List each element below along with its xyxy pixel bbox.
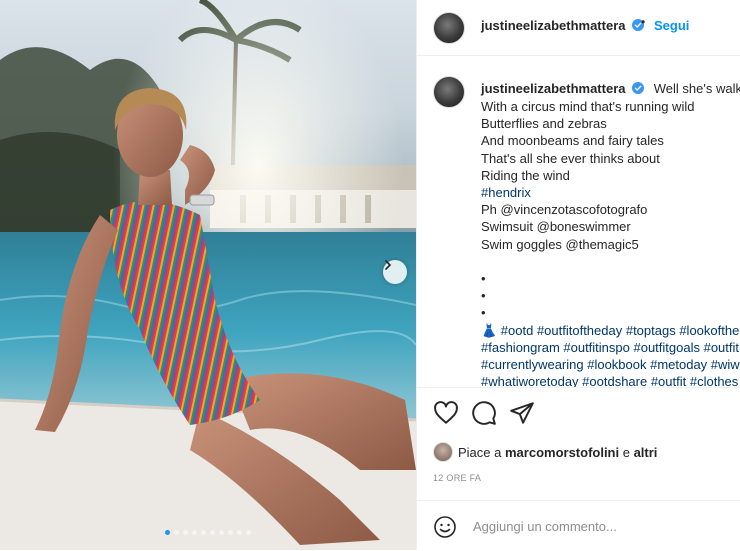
carousel-dot [210, 530, 215, 535]
likes-others-link[interactable]: altri [634, 445, 658, 460]
caption-line[interactable]: #whatiworetoday #ootdshare #outfit #clot… [481, 374, 738, 387]
caption-line: Butterflies and zebras [481, 116, 607, 132]
caption-line: And moonbeams and fairy tales [481, 133, 664, 149]
carousel-dot [192, 530, 197, 535]
carousel-dot [228, 530, 233, 535]
caption-line: Ph @vincenzotascofotografo [481, 202, 648, 218]
carousel-dot [237, 530, 242, 535]
caption-text-start: Well she's walkin [653, 81, 740, 96]
likes-text: Piace a marcomorstofolini e altri [458, 445, 657, 460]
avatar[interactable] [433, 12, 465, 44]
post-photo[interactable] [0, 0, 416, 550]
carousel-dot [183, 530, 188, 535]
carousel-dot [246, 530, 251, 535]
paper-plane-icon[interactable] [509, 400, 535, 426]
caption-area: justineelizabethmattera Well she's walki… [417, 62, 740, 388]
caption-line: • [481, 305, 486, 321]
header-username[interactable]: justineelizabethmattera [481, 18, 645, 33]
caption-line: Swimsuit @boneswimmer [481, 219, 631, 235]
comment-bubble-icon[interactable] [471, 400, 497, 426]
carousel-dot [219, 530, 224, 535]
photo-illustration [0, 0, 416, 550]
chevron-right-icon [385, 260, 392, 270]
caption-line[interactable]: #fashiongram #outfitinspo #outfitgoals #… [481, 340, 739, 355]
caption-line[interactable]: #currentlywearing #lookbook #metoday #wi… [481, 357, 740, 372]
carousel-dot [165, 530, 170, 535]
carousel-next-button[interactable] [383, 260, 407, 284]
caption-first-line: justineelizabethmattera Well she's walki… [481, 81, 740, 96]
comment-input[interactable] [473, 516, 723, 536]
caption-line: With a circus mind that's running wild [481, 99, 695, 114]
post-timestamp[interactable]: 12 ORE FA [433, 473, 481, 483]
header-username-text[interactable]: justineelizabethmattera [481, 18, 626, 33]
caption-avatar[interactable] [433, 76, 465, 108]
caption-line: That's all she ever thinks about [481, 150, 660, 166]
caption-line: • [481, 271, 486, 286]
carousel-dot [201, 530, 206, 535]
action-bar [417, 392, 740, 432]
caption-username[interactable]: justineelizabethmattera [481, 81, 626, 96]
carousel-indicator [0, 530, 416, 535]
liker-avatar[interactable] [433, 442, 453, 462]
verified-badge-icon [632, 82, 645, 94]
carousel-dot [174, 530, 179, 535]
caption-line: Swim goggles @themagic5 [481, 236, 639, 252]
caption-line: • [481, 288, 486, 304]
follow-button[interactable]: Segui [654, 18, 689, 33]
caption-line[interactable]: #hendrix [481, 185, 531, 200]
post-side-panel: justineelizabethmattera • Segui justinee… [416, 0, 740, 550]
caption-line[interactable]: 👗 #ootd #outfitoftheday #toptags #lookof… [481, 323, 740, 339]
heart-icon[interactable] [433, 400, 459, 426]
comment-composer [417, 500, 740, 551]
smiley-icon[interactable] [433, 515, 457, 539]
caption-line: Riding the wind [481, 167, 570, 183]
likes-prefix: Piace a [458, 445, 505, 460]
header-separator: • [641, 15, 646, 29]
likes-conjunction: e [619, 445, 634, 460]
post-header: justineelizabethmattera • Segui [417, 0, 740, 56]
liker-username[interactable]: marcomorstofolini [505, 445, 619, 460]
